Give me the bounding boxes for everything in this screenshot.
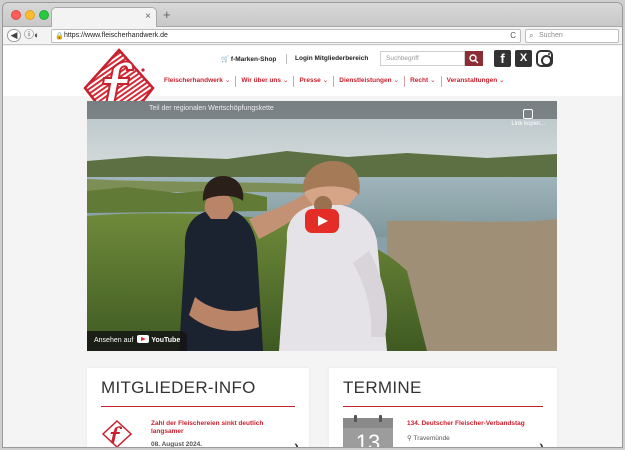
reload-icon[interactable]: C	[510, 30, 516, 42]
nav-label: Fleischerhandwerk	[164, 77, 223, 84]
browser-search-placeholder: Suchen	[539, 32, 563, 39]
chevron-right-icon[interactable]: ›	[294, 437, 299, 447]
events-card: TERMINE 13 134. Deutscher Fleischer-Verb…	[329, 368, 557, 448]
back-button[interactable]: ◀	[7, 29, 21, 42]
browser-search-input[interactable]: ⌕ Suchen	[525, 29, 619, 43]
nav-item-veranstaltungen[interactable]: Veranstaltungen ⌄	[442, 75, 510, 87]
watch-on-label: Ansehen auf	[94, 337, 134, 344]
minimize-window-button[interactable]	[25, 10, 35, 20]
url-text: https://www.fleischerhandwerk.de	[64, 32, 168, 39]
youtube-icon	[137, 335, 150, 344]
new-tab-button[interactable]: +	[163, 8, 171, 22]
web-page: 🛒 f-Marken-Shop Login Mitgliederbereich …	[3, 46, 622, 448]
chevron-right-icon[interactable]: ›	[539, 437, 544, 447]
chevron-down-icon: ⌄	[499, 77, 505, 84]
location-pin-icon: ⚲	[407, 435, 412, 442]
search-icon	[469, 54, 479, 64]
cart-icon: 🛒	[221, 56, 230, 63]
event-location-label: Travemünde	[413, 435, 450, 442]
main-navigation: Fleischerhandwerk ⌄ Wir über uns ⌄ Presse ⌄…	[159, 74, 510, 88]
event-location: ⚲ Travemünde	[407, 434, 450, 442]
calendar-header	[343, 418, 393, 428]
search-icon: ⌕	[529, 31, 534, 40]
copy-link-button[interactable]: Link kopier...	[511, 109, 545, 127]
url-bar[interactable]: 🔒 https://www.fleischerhandwerk.de C	[51, 29, 521, 43]
close-tab-icon[interactable]: ×	[145, 11, 151, 23]
close-window-button[interactable]	[11, 10, 21, 20]
browser-window: × + ◀ ⓘ ◐ 🔒 https://www.fleischerhandwer…	[2, 2, 623, 448]
nav-label: Recht	[410, 77, 429, 84]
chevron-down-icon: ⌄	[283, 77, 289, 84]
youtube-video-embed[interactable]: Teil der regionalen Wertschöpfungskette …	[87, 101, 557, 351]
nav-label: Presse	[299, 77, 321, 84]
active-tab[interactable]: ×	[51, 7, 157, 27]
nav-item-dienstleistungen[interactable]: Dienstleistungen ⌄	[334, 75, 404, 87]
instagram-icon[interactable]	[536, 50, 553, 67]
nav-item-wir-ueber-uns[interactable]: Wir über uns ⌄	[236, 75, 293, 87]
chevron-down-icon: ⌄	[224, 77, 231, 84]
shop-link[interactable]: 🛒 f-Marken-Shop	[221, 55, 276, 63]
site-search-button[interactable]	[465, 51, 483, 66]
news-headline-link[interactable]: Zahl der Fleischereien sinkt deutlich la…	[151, 420, 291, 436]
event-title-link[interactable]: 134. Deutscher Fleischer-Verbandstag	[407, 420, 542, 428]
youtube-wordmark: YouTube	[151, 337, 181, 344]
watch-on-youtube-button[interactable]: Ansehen auf YouTube	[87, 331, 188, 351]
nav-item-recht[interactable]: Recht ⌄	[405, 75, 441, 87]
nav-item-fleischerhandwerk[interactable]: Fleischerhandwerk ⌄	[159, 75, 235, 87]
copy-link-label: Link kopier...	[511, 121, 545, 127]
nav-label: Veranstaltungen	[446, 77, 498, 84]
events-heading: TERMINE	[343, 378, 422, 397]
login-link[interactable]: Login Mitgliederbereich	[295, 55, 368, 62]
calendar-icon[interactable]: 13	[343, 415, 393, 448]
site-search-input[interactable]: Suchbegriff	[380, 51, 465, 66]
nav-item-presse[interactable]: Presse ⌄	[294, 75, 333, 87]
chevron-down-icon: ⌄	[322, 77, 329, 84]
utility-divider	[286, 54, 287, 64]
nav-label: Wir über uns	[241, 77, 282, 84]
news-date: 08. August 2024.	[151, 441, 203, 448]
x-icon[interactable]: X	[515, 50, 532, 67]
calendar-ring	[354, 415, 357, 422]
zoom-window-button[interactable]	[39, 10, 49, 20]
chevron-down-icon: ⌄	[430, 77, 436, 84]
members-info-heading: MITGLIEDER-INFO	[101, 378, 256, 397]
facebook-icon[interactable]: f	[494, 50, 511, 67]
shop-link-label: f-Marken-Shop	[230, 56, 277, 63]
chevron-down-icon: ⌄	[393, 77, 400, 84]
calendar-ring	[379, 415, 382, 422]
shield-icon[interactable]: ◐	[34, 29, 39, 42]
browser-toolbar: ◀ ⓘ ◐ 🔒 https://www.fleischerhandwerk.de…	[3, 27, 622, 45]
info-icon[interactable]: ⓘ	[24, 29, 34, 42]
copy-icon	[523, 109, 534, 119]
members-info-card: MITGLIEDER-INFO Zahl der Fleischereien s…	[87, 368, 309, 448]
lock-icon: 🔒	[55, 33, 64, 40]
card-divider	[101, 406, 295, 407]
video-title[interactable]: Teil der regionalen Wertschöpfungskette	[149, 105, 274, 112]
play-button[interactable]	[305, 209, 339, 233]
nav-label: Dienstleistungen	[339, 77, 392, 84]
tab-strip: × +	[3, 3, 622, 27]
event-day: 13	[355, 430, 381, 448]
news-thumbnail-logo-icon[interactable]	[101, 419, 133, 448]
card-divider	[343, 406, 543, 407]
